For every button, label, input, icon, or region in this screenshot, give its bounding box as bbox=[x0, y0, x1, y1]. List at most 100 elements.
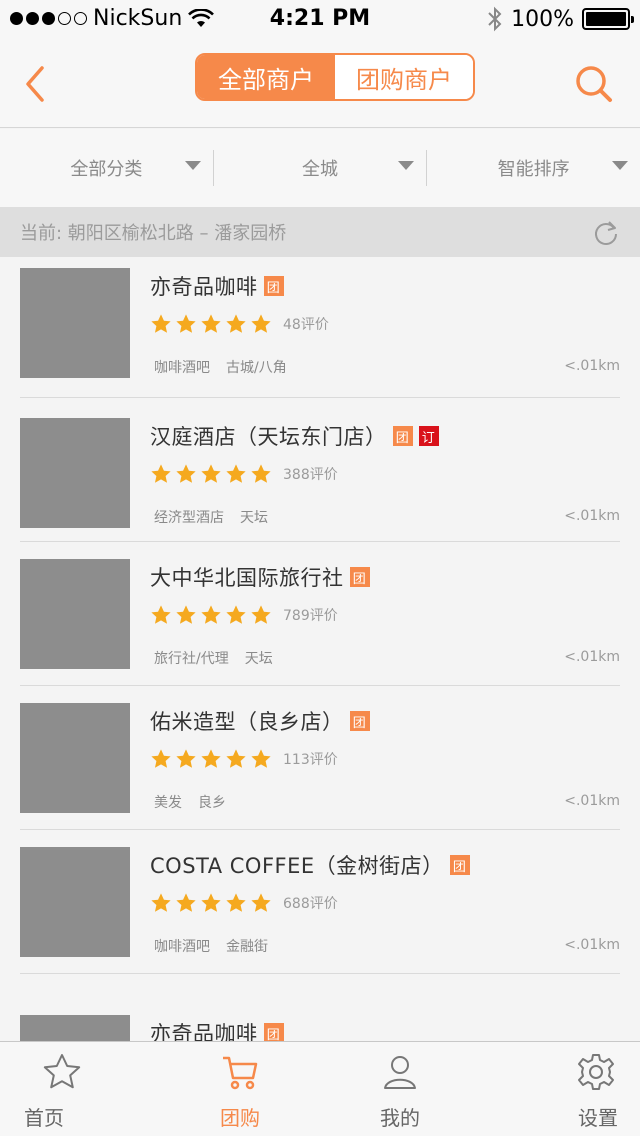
merchant-distance: <.01km bbox=[564, 358, 620, 374]
star-icon bbox=[176, 605, 196, 624]
merchant-meta: 经济型酒店 天坛 bbox=[154, 507, 268, 527]
merchant-category: 经济型酒店 bbox=[154, 510, 224, 526]
rating-stars: 789评价 bbox=[150, 604, 338, 626]
merchant-name: 大中华北国际旅行社 bbox=[150, 566, 344, 590]
merchant-distance: <.01km bbox=[564, 649, 620, 665]
divider bbox=[20, 397, 620, 398]
sort-filter[interactable]: 智能排序 bbox=[427, 129, 640, 207]
star-icon bbox=[251, 605, 271, 624]
sort-filter-label: 智能排序 bbox=[497, 159, 570, 180]
star-icon bbox=[151, 893, 171, 912]
reservation-badge: 订 bbox=[418, 426, 439, 446]
star-icon bbox=[176, 314, 196, 333]
tab-bar: 首页 团购 我的 设置 bbox=[0, 1041, 640, 1136]
merchant-category: 美发 bbox=[154, 795, 182, 811]
merchant-meta: 旅行社/代理 天坛 bbox=[154, 648, 273, 668]
star-icon bbox=[226, 464, 246, 483]
merchant-meta: 美发 良乡 bbox=[154, 792, 226, 812]
refresh-icon[interactable] bbox=[592, 219, 620, 247]
merchant-name: COSTA COFFEE（金树街店） bbox=[150, 854, 444, 878]
star-icon bbox=[251, 464, 271, 483]
rating-stars: 688评价 bbox=[150, 892, 338, 914]
star-icon bbox=[201, 605, 221, 624]
merchant-name: 佑米造型（良乡店） bbox=[150, 710, 344, 734]
merchant-category: 旅行社/代理 bbox=[154, 651, 229, 667]
merchant-category: 咖啡酒吧 bbox=[154, 939, 210, 955]
merchant-distance: <.01km bbox=[564, 508, 620, 524]
tab-mine-label: 我的 bbox=[380, 1106, 420, 1130]
group-buy-badge: 团 bbox=[449, 855, 470, 875]
cart-icon bbox=[223, 1056, 258, 1090]
star-icon bbox=[176, 464, 196, 483]
merchant-thumbnail bbox=[20, 559, 130, 669]
rating-stars: 48评价 bbox=[150, 313, 329, 335]
segment-all-merchants[interactable]: 全部商户 bbox=[197, 55, 335, 99]
battery-icon bbox=[582, 8, 634, 30]
tab-mine[interactable]: 我的 bbox=[320, 1042, 480, 1136]
merchant-thumbnail bbox=[20, 1015, 130, 1041]
divider bbox=[20, 973, 620, 974]
star-icon bbox=[251, 314, 271, 333]
divider bbox=[20, 541, 620, 542]
status-bar: NickSun 4:21 PM 100% bbox=[0, 0, 640, 40]
merchant-list: 亦奇品咖啡 团 48评价 咖啡酒吧 古城/八角 <.01km 汉庭酒店（天坛东门… bbox=[0, 257, 640, 1041]
merchant-district: 良乡 bbox=[198, 795, 226, 811]
merchant-name: 亦奇品咖啡 bbox=[150, 275, 258, 299]
merchant-name-row: 佑米造型（良乡店） 团 bbox=[150, 706, 370, 736]
tab-settings[interactable]: 设置 bbox=[480, 1042, 640, 1136]
tab-home[interactable]: 首页 bbox=[0, 1042, 160, 1136]
merchant-segmented-control: 全部商户 团购商户 bbox=[195, 53, 475, 101]
merchant-thumbnail bbox=[20, 418, 130, 528]
star-icon bbox=[226, 314, 246, 333]
tab-group-buy[interactable]: 团购 bbox=[160, 1042, 320, 1136]
rating-stars: 113评价 bbox=[150, 748, 338, 770]
category-filter[interactable]: 全部分类 bbox=[0, 129, 213, 207]
star-icon bbox=[151, 314, 171, 333]
review-count: 388评价 bbox=[283, 467, 338, 483]
back-arrow-icon[interactable] bbox=[18, 62, 58, 106]
tab-settings-label: 设置 bbox=[578, 1106, 618, 1130]
group-buy-badge: 团 bbox=[349, 711, 370, 731]
star-icon bbox=[151, 464, 171, 483]
bluetooth-icon bbox=[488, 6, 502, 32]
area-filter[interactable]: 全城 bbox=[214, 129, 427, 207]
segment-group-merchants[interactable]: 团购商户 bbox=[335, 55, 473, 99]
merchant-name-row: COSTA COFFEE（金树街店） 团 bbox=[150, 850, 470, 880]
merchant-name-row: 亦奇品咖啡 团 bbox=[150, 271, 284, 301]
merchant-thumbnail bbox=[20, 268, 130, 378]
merchant-name-row: 亦奇品咖啡 团 bbox=[150, 1018, 284, 1041]
user-icon bbox=[384, 1056, 416, 1089]
gear-icon bbox=[578, 1054, 614, 1090]
review-count: 48评价 bbox=[283, 317, 329, 333]
dropdown-arrow-icon bbox=[184, 161, 201, 170]
group-buy-badge: 团 bbox=[392, 426, 413, 446]
divider bbox=[20, 829, 620, 830]
merchant-thumbnail bbox=[20, 703, 130, 813]
star-icon bbox=[201, 314, 221, 333]
merchant-district: 金融街 bbox=[226, 939, 268, 955]
merchant-distance: <.01km bbox=[564, 793, 620, 809]
star-icon bbox=[43, 1054, 81, 1089]
group-buy-badge: 团 bbox=[263, 1023, 284, 1041]
merchant-thumbnail bbox=[20, 847, 130, 957]
category-filter-label: 全部分类 bbox=[70, 159, 143, 180]
rating-stars: 388评价 bbox=[150, 463, 338, 485]
group-buy-badge: 团 bbox=[349, 567, 370, 587]
battery-percent: 100% bbox=[511, 6, 574, 32]
merchant-category: 咖啡酒吧 bbox=[154, 360, 210, 376]
star-icon bbox=[176, 749, 196, 768]
dropdown-arrow-icon bbox=[398, 161, 415, 170]
star-icon bbox=[251, 893, 271, 912]
star-icon bbox=[151, 749, 171, 768]
merchant-district: 古城/八角 bbox=[226, 360, 287, 376]
star-icon bbox=[226, 605, 246, 624]
star-icon bbox=[201, 893, 221, 912]
star-icon bbox=[226, 749, 246, 768]
star-icon bbox=[226, 893, 246, 912]
location-bar: 当前: 朝阳区榆松北路 – 潘家园桥 bbox=[0, 207, 640, 257]
star-icon bbox=[251, 749, 271, 768]
search-icon[interactable] bbox=[572, 62, 616, 106]
current-location-text: 当前: 朝阳区榆松北路 – 潘家园桥 bbox=[20, 223, 287, 244]
merchant-meta: 咖啡酒吧 金融街 bbox=[154, 936, 268, 956]
merchant-name-row: 大中华北国际旅行社 团 bbox=[150, 562, 370, 592]
